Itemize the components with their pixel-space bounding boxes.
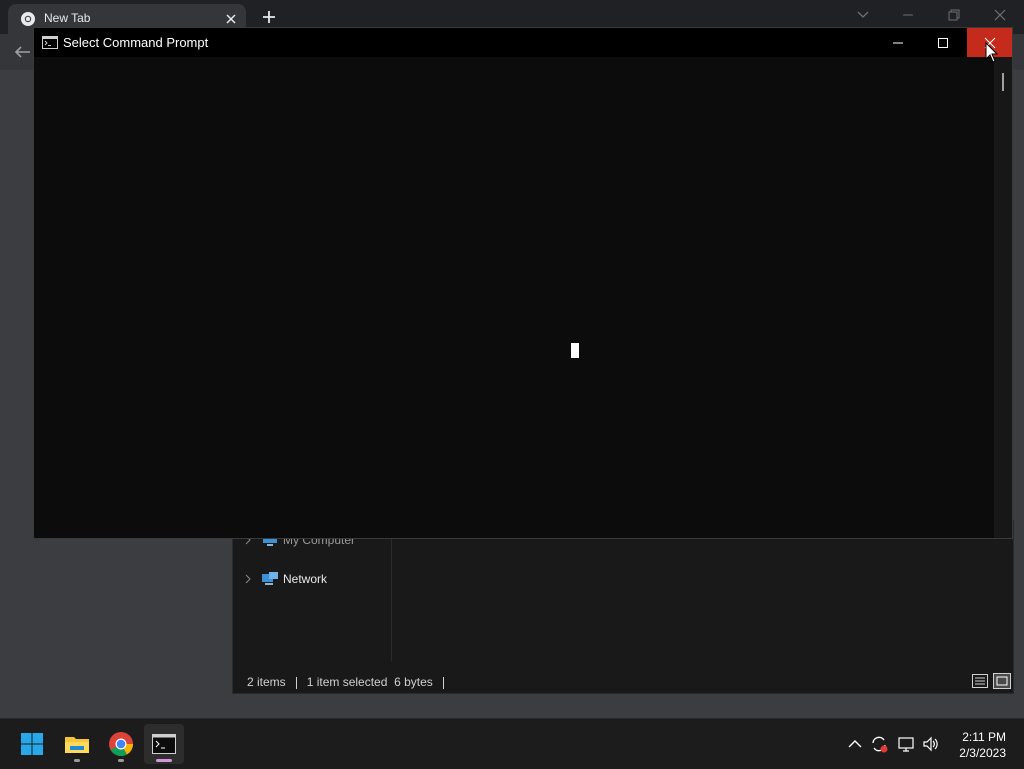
system-clock[interactable]: 2:11 PM 2/3/2023 xyxy=(959,729,1006,761)
navigation-pane: My Computer Network xyxy=(233,521,392,661)
start-button[interactable] xyxy=(12,724,52,764)
new-tab-plus-icon[interactable] xyxy=(260,8,278,26)
item-count: 2 items xyxy=(247,675,286,689)
network-status-icon[interactable] xyxy=(898,735,916,753)
chrome-minimize-icon[interactable] xyxy=(898,6,918,24)
running-indicator xyxy=(74,759,80,762)
file-explorer-window: My Computer Network 2 items 1 item select… xyxy=(232,520,1014,694)
chrome-restore-icon[interactable] xyxy=(944,6,964,24)
volume-icon[interactable] xyxy=(922,735,940,753)
mouse-pointer-icon xyxy=(985,42,999,63)
tab-search-chevron-icon[interactable] xyxy=(853,6,873,24)
selection-count: 1 item selected xyxy=(306,675,388,689)
taskbar-command-prompt[interactable] xyxy=(144,724,184,764)
minimize-icon xyxy=(892,42,903,43)
back-arrow-icon[interactable] xyxy=(12,44,32,60)
tab-close-icon[interactable] xyxy=(222,10,240,28)
cmd-window-title: Select Command Prompt xyxy=(63,35,209,50)
file-explorer-icon xyxy=(65,737,89,753)
network-icon xyxy=(262,572,278,585)
taskbar-file-explorer[interactable] xyxy=(57,724,97,764)
selection-size: 6 bytes xyxy=(394,675,433,689)
taskbar-chrome[interactable] xyxy=(101,724,141,764)
cmd-title-bar[interactable]: Select Command Prompt xyxy=(34,28,1012,57)
tree-item-network[interactable]: Network xyxy=(243,569,327,589)
active-indicator xyxy=(156,759,172,762)
large-icons-view-icon[interactable] xyxy=(993,673,1011,689)
cmd-maximize-button[interactable] xyxy=(920,28,965,57)
running-indicator xyxy=(118,759,124,762)
command-prompt-window: Select Command Prompt xyxy=(33,27,1013,539)
text-cursor xyxy=(571,343,579,358)
chrome-close-icon[interactable] xyxy=(990,6,1010,24)
windows-start-icon xyxy=(21,733,43,755)
chrome-favicon-icon xyxy=(21,12,35,26)
cmd-minimize-button[interactable] xyxy=(875,28,920,57)
status-bar: 2 items 1 item selected 6 bytes xyxy=(247,675,454,689)
clock-date: 2/3/2023 xyxy=(959,746,1006,760)
tab-title: New Tab xyxy=(44,11,91,25)
cmd-vertical-scrollbar[interactable] xyxy=(994,57,1012,538)
command-prompt-icon xyxy=(42,36,58,49)
details-view-icon[interactable] xyxy=(971,673,989,689)
clock-time: 2:11 PM xyxy=(962,730,1006,744)
maximize-icon xyxy=(937,37,948,48)
tree-item-label: Network xyxy=(283,572,328,586)
taskbar: 2:11 PM 2/3/2023 xyxy=(0,718,1024,769)
sync-alert-icon[interactable] xyxy=(870,735,888,753)
chrome-icon xyxy=(109,732,133,757)
console-output-area[interactable] xyxy=(34,57,994,538)
chevron-right-icon[interactable] xyxy=(243,574,253,584)
scrollbar-thumb[interactable] xyxy=(1002,73,1004,91)
show-hidden-icons-chevron-icon[interactable] xyxy=(846,735,864,753)
command-prompt-icon xyxy=(152,734,176,754)
